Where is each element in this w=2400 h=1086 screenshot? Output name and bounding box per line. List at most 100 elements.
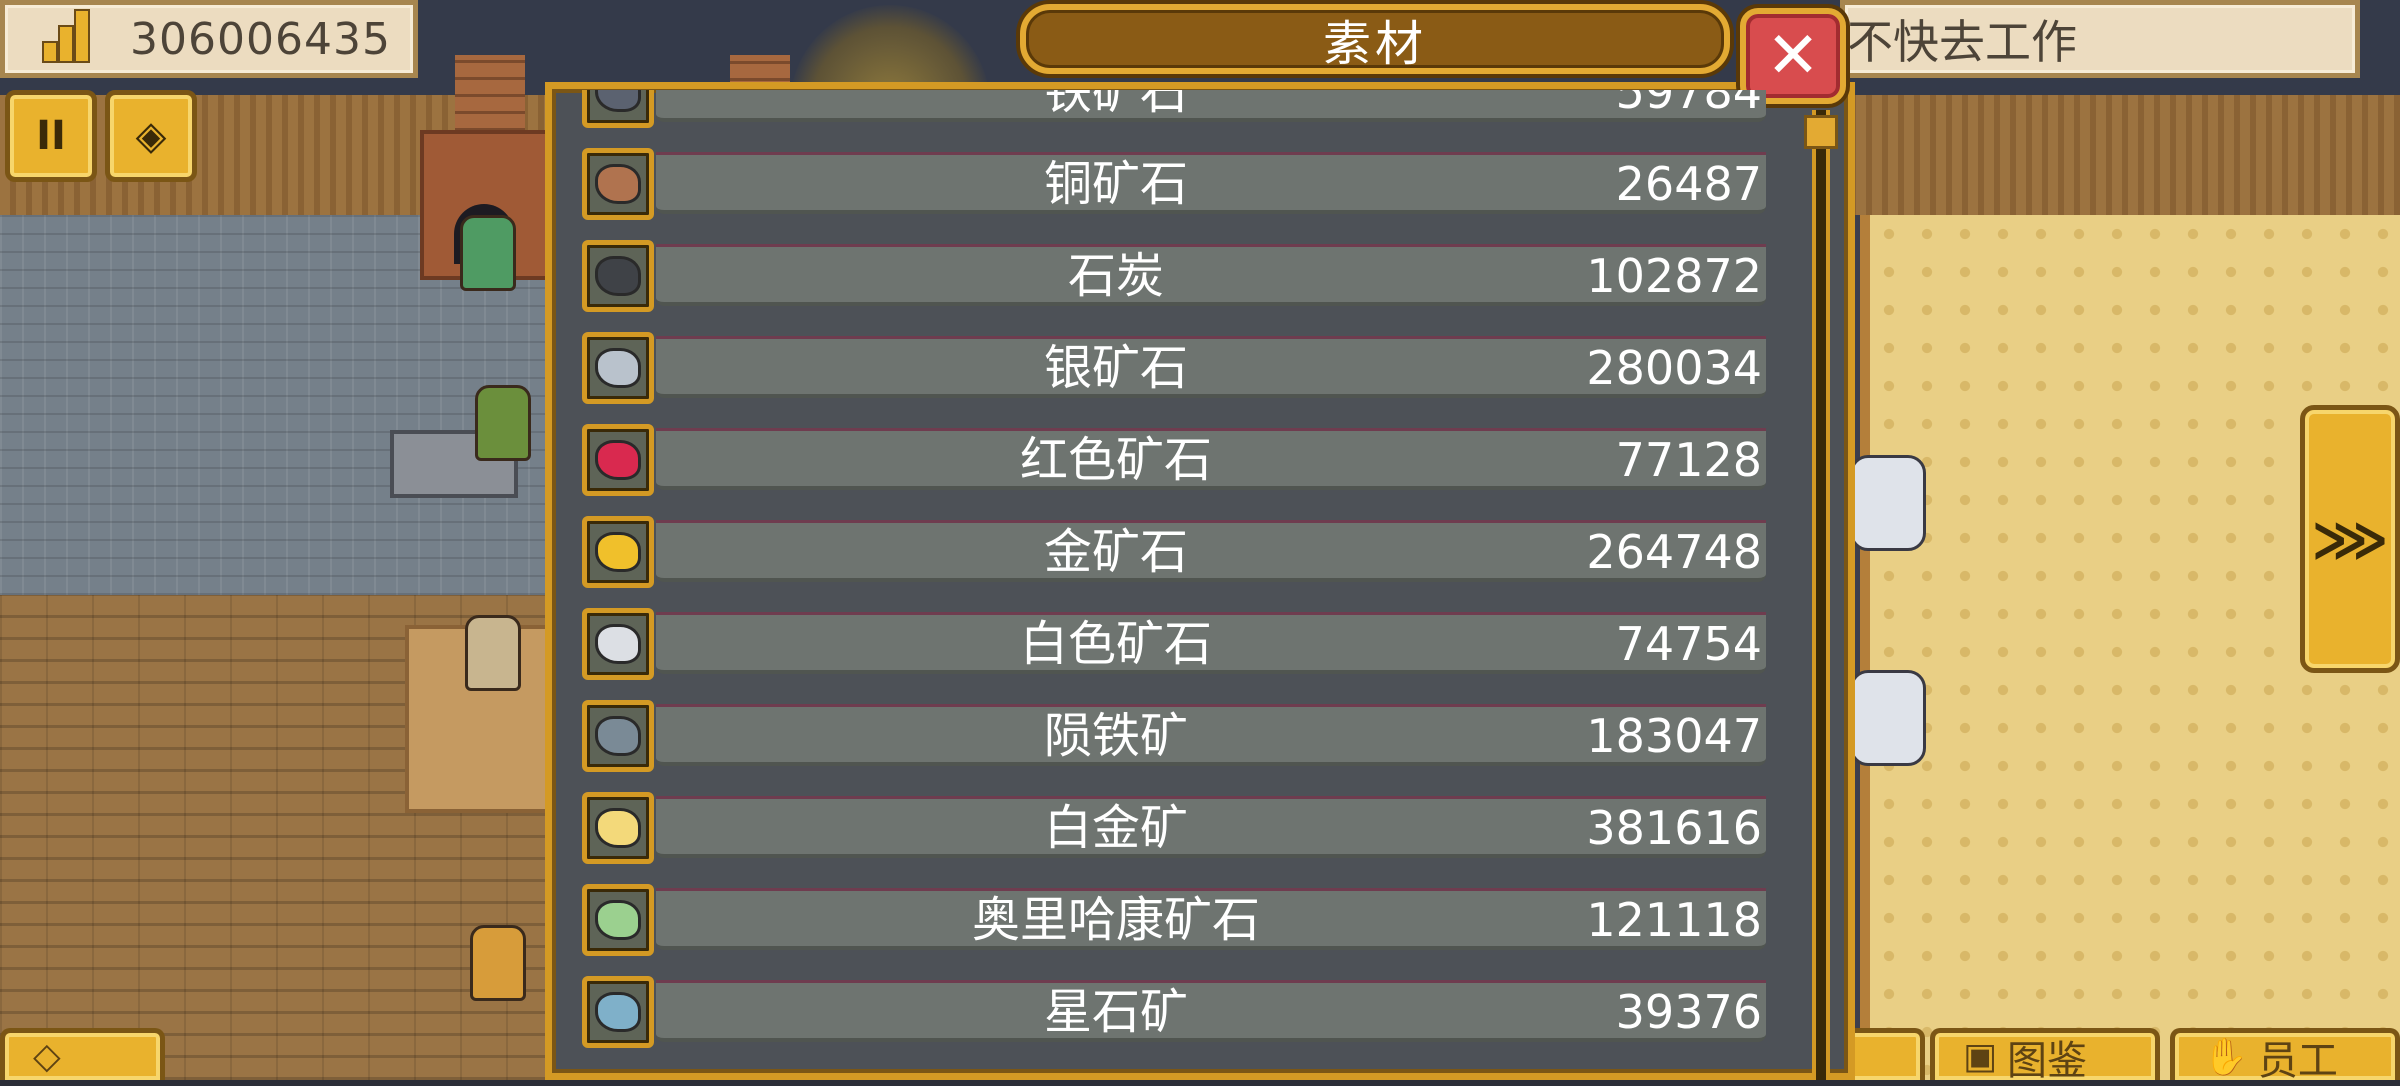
material-row-bar: 石炭 102872 [656,244,1766,306]
material-name: 星石矿 [1043,984,1188,1040]
ore-icon-shape [595,256,641,296]
scrollbar-track[interactable] [1812,110,1830,1080]
bottom-tab-left[interactable]: ◇ [0,1028,165,1080]
status-hint-text: 不快去工作 [1847,15,2077,69]
double-chevron-right-icon: ⋙ [2311,507,2389,571]
gold-bars-icon [40,9,100,67]
material-count: 59784 [1615,90,1762,119]
ore-icon [582,240,654,312]
material-count: 381616 [1586,801,1762,855]
material-row[interactable]: 奥里哈康矿石 121118 [578,868,1773,960]
material-name: 金矿石 [1043,524,1188,580]
material-row[interactable]: 红色矿石 77128 [578,408,1773,500]
material-row-bar: 白金矿 381616 [656,796,1766,858]
scrollbar-thumb[interactable] [1804,115,1838,149]
ore-icon [582,516,654,588]
material-name: 石炭 [1067,248,1164,304]
material-row[interactable]: 银矿石 280034 [578,316,1773,408]
gold-bar [58,25,74,63]
material-name: 白金矿 [1043,800,1188,856]
book-icon: ▣ [1963,1036,1998,1077]
bottom-tab-middle[interactable] [1845,1028,1925,1080]
customer-character[interactable] [1850,670,1926,766]
material-count: 26487 [1615,157,1762,211]
material-name: 铁矿石 [1043,90,1188,120]
money-panel: 306006435 [0,0,418,78]
material-row[interactable]: 石炭 102872 [578,224,1773,316]
material-name: 红色矿石 [1019,432,1212,488]
customer-character[interactable] [1850,455,1926,551]
ore-icon [582,424,654,496]
material-name: 陨铁矿 [1043,708,1188,764]
dialog-title-bar: 素材 [1020,4,1730,74]
ore-icon-shape [595,348,641,388]
material-row[interactable]: 星石矿 39376 [578,960,1773,1052]
ore-icon [582,608,654,680]
material-row-bar: 银矿石 280034 [656,336,1766,398]
ore-icon-shape [595,532,641,572]
ore-icon [582,332,654,404]
material-row-bar: 星石矿 39376 [656,980,1766,1042]
material-name: 白色矿石 [1019,616,1212,672]
material-row[interactable]: 铁矿石 59784 [578,90,1773,132]
tab-staff[interactable]: ✋ 员工 [2170,1028,2400,1084]
ore-icon-shape [595,440,641,480]
materials-button[interactable]: ◈ [105,90,197,182]
material-count: 121118 [1586,893,1762,947]
material-row-bar: 金矿石 264748 [656,520,1766,582]
material-row[interactable]: 陨铁矿 183047 [578,684,1773,776]
ore-icon [582,700,654,772]
worker-character[interactable] [470,925,526,1001]
gold-bar [74,9,90,63]
material-row[interactable]: 白金矿 381616 [578,776,1773,868]
ore-icon [582,792,654,864]
material-name: 银矿石 [1043,340,1188,396]
diamond-icon: ◇ [33,1036,61,1077]
material-row-bar: 奥里哈康矿石 121118 [656,888,1766,950]
materials-list[interactable]: 铁矿石 59784 铜矿石 26487 石炭 102872 银矿石 280034 红色矿石 771… [578,90,1773,1080]
material-count: 183047 [1586,709,1762,763]
material-row-bar: 铁矿石 59784 [656,90,1766,122]
ore-icon-shape [595,164,641,204]
pause-icon: II [36,113,66,159]
material-count: 102872 [1586,249,1762,303]
pause-button[interactable]: II [5,90,97,182]
tab-catalog-label: 图鉴 [2007,1037,2088,1084]
material-count: 280034 [1586,341,1762,395]
ore-icon-shape [595,716,641,756]
hand-icon: ✋ [2203,1036,2248,1078]
tab-staff-label: 员工 [2257,1037,2338,1084]
material-row[interactable]: 铜矿石 26487 [578,132,1773,224]
material-row-bar: 陨铁矿 183047 [656,704,1766,766]
material-row-bar: 红色矿石 77128 [656,428,1766,490]
ore-icon: ◈ [135,113,167,159]
material-count: 264748 [1586,525,1762,579]
ore-icon [582,976,654,1048]
material-row[interactable]: 金矿石 264748 [578,500,1773,592]
worker-character[interactable] [465,615,521,691]
ore-icon [582,90,654,128]
ore-icon-shape [595,900,641,940]
ore-icon-shape [595,624,641,664]
material-count: 39376 [1615,985,1762,1039]
ore-icon [582,884,654,956]
material-row-bar: 铜矿石 26487 [656,152,1766,214]
ore-icon [582,148,654,220]
material-row[interactable]: 白色矿石 74754 [578,592,1773,684]
side-panel-toggle-button[interactable]: ⋙ [2300,405,2400,673]
material-name: 奥里哈康矿石 [971,892,1260,948]
dialog-title: 素材 [1322,16,1427,72]
worker-character[interactable] [475,385,531,461]
close-icon: ✕ [1766,19,1820,93]
ore-icon-shape [595,992,641,1032]
money-amount: 306006435 [130,13,391,65]
tab-catalog[interactable]: ▣ 图鉴 [1930,1028,2160,1084]
material-count: 74754 [1615,617,1762,671]
ore-icon-shape [595,808,641,848]
worker-character[interactable] [460,215,516,291]
material-name: 铜矿石 [1043,156,1188,212]
material-count: 77128 [1615,433,1762,487]
material-row-bar: 白色矿石 74754 [656,612,1766,674]
status-hint-panel: 不快去工作 [1840,0,2360,78]
gold-bar [42,41,58,63]
